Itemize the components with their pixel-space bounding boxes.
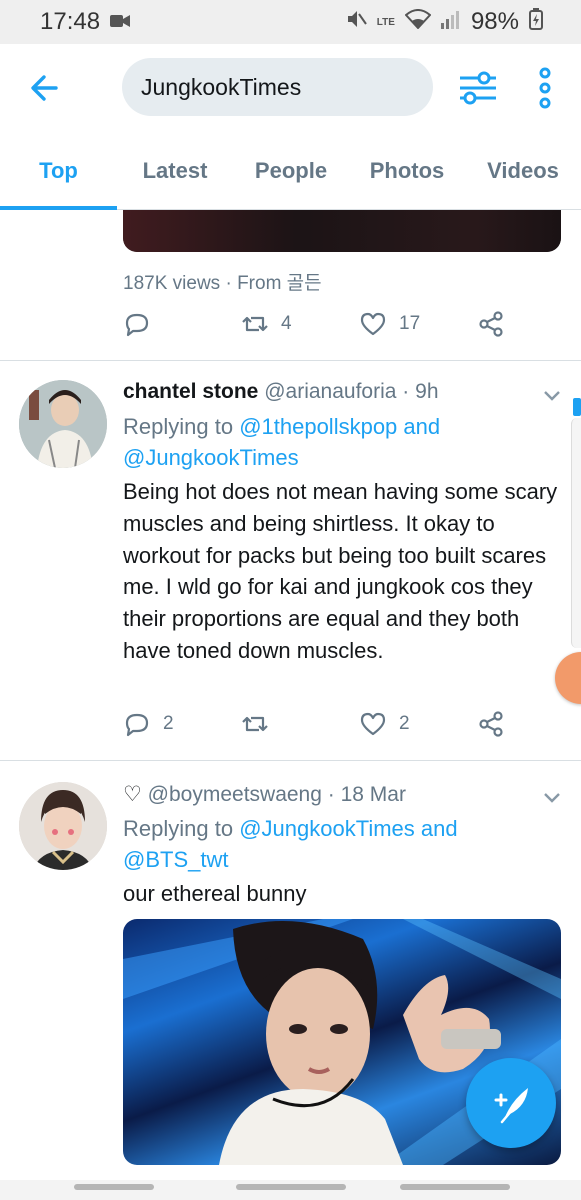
replying-to: Replying to @JungkookTimes and @BTS_twt <box>123 813 563 875</box>
tweet-divider <box>0 360 581 361</box>
nav-home-pill[interactable] <box>236 1184 346 1190</box>
status-bar: 17:48 LTE 98% <box>0 0 581 44</box>
signal-icon <box>440 8 461 36</box>
video-thumbnail[interactable] <box>123 210 561 252</box>
tweet-time: 9h <box>415 380 439 403</box>
tweet-text: Being hot does not mean having some scar… <box>123 479 558 663</box>
reply-icon <box>125 713 149 737</box>
lte-label: LTE <box>376 16 395 28</box>
tweet-time: 18 Mar <box>340 783 406 806</box>
mention-link[interactable]: @BTS_twt <box>123 847 228 872</box>
chevron-down-icon[interactable] <box>541 384 563 406</box>
mention-and: and <box>414 816 458 841</box>
mention-and: and <box>397 414 441 439</box>
more-options-icon[interactable] <box>530 66 560 110</box>
status-right: LTE 98% <box>345 7 543 37</box>
avatar-photo <box>19 380 107 468</box>
replying-prefix: Replying to <box>123 414 240 439</box>
retweet-icon <box>242 316 268 332</box>
battery-level: 98% <box>470 8 519 35</box>
system-nav-bar <box>0 1180 581 1200</box>
avatar[interactable] <box>19 380 107 468</box>
search-input[interactable]: JungkookTimes <box>122 58 433 116</box>
time-separator: · <box>327 783 335 806</box>
reply-icon <box>125 313 149 337</box>
heart-icon <box>360 312 386 336</box>
chevron-down-icon[interactable] <box>541 786 563 808</box>
mention-link[interactable]: @JungkookTimes <box>123 445 299 470</box>
like-count: 2 <box>399 713 410 734</box>
video-views: 187K views · From 골든 <box>123 268 322 295</box>
search-tabs: Top Latest People Photos Videos <box>0 132 581 210</box>
search-query: JungkookTimes <box>141 73 302 100</box>
video-source: From 골든 <box>237 273 322 294</box>
tweet-actions: 4 17 <box>123 310 523 350</box>
status-time: 17:48 <box>40 8 101 35</box>
like-count: 17 <box>399 313 421 334</box>
like-button[interactable]: 2 <box>359 710 410 738</box>
display-name[interactable]: chantel stone <box>123 380 258 403</box>
status-left: 17:48 <box>40 8 131 36</box>
avatar[interactable] <box>19 782 107 870</box>
replying-prefix: Replying to <box>123 816 240 841</box>
like-button[interactable]: 17 <box>359 310 420 338</box>
search-header: JungkookTimes <box>0 44 581 132</box>
share-icon <box>479 711 503 737</box>
compose-feather-icon <box>494 1088 528 1124</box>
retweet-count: 4 <box>281 313 292 334</box>
retweet-button[interactable] <box>241 710 269 738</box>
tab-people[interactable]: People <box>233 132 349 210</box>
tab-videos[interactable]: Videos <box>465 132 581 210</box>
tab-top[interactable]: Top <box>0 132 117 210</box>
scroll-indicator[interactable] <box>573 398 581 416</box>
share-icon <box>479 311 503 337</box>
mention-link[interactable]: @JungkookTimes <box>239 816 415 841</box>
tab-photos[interactable]: Photos <box>349 132 465 210</box>
retweet-button[interactable]: 4 <box>241 310 292 338</box>
replying-to: Replying to @1thepollskpop and @Jungkook… <box>123 411 563 473</box>
views-separator: · <box>225 273 238 294</box>
reply-button[interactable]: 2 <box>123 710 174 738</box>
share-button[interactable] <box>477 710 505 738</box>
avatar-photo <box>19 782 107 870</box>
reply-count: 2 <box>163 713 174 734</box>
nav-back-pill[interactable] <box>74 1184 154 1190</box>
nav-recents-pill[interactable] <box>400 1184 510 1190</box>
tweet-header: ♡ @boymeetswaeng · 18 Mar <box>123 782 406 807</box>
share-button[interactable] <box>477 310 505 338</box>
display-name[interactable]: ♡ <box>123 783 142 806</box>
view-count: 187K views <box>123 273 221 294</box>
mute-icon <box>345 8 367 37</box>
battery-charging-icon <box>529 7 543 37</box>
mention-link[interactable]: @1thepollskpop <box>239 414 397 439</box>
tweet-feed[interactable]: 187K views · From 골든 4 17 chantel stone … <box>0 210 581 1180</box>
compose-tweet-button[interactable] <box>466 1058 556 1148</box>
tweet-divider <box>0 760 581 761</box>
username[interactable]: @boymeetswaeng <box>148 783 322 806</box>
back-arrow-icon[interactable] <box>26 68 66 108</box>
edge-panel-handle[interactable] <box>571 418 581 648</box>
wifi-icon <box>404 8 432 36</box>
tweet-header: chantel stone @arianauforia · 9h <box>123 380 439 404</box>
tweet-text: our ethereal bunny <box>123 881 307 906</box>
heart-icon <box>360 712 386 736</box>
filter-sliders-icon[interactable] <box>456 66 500 110</box>
username[interactable]: @arianauforia <box>264 380 396 403</box>
reply-button[interactable] <box>123 310 151 338</box>
video-camera-icon <box>110 8 131 36</box>
tweet-actions: 2 2 <box>123 710 523 750</box>
time-separator: · <box>402 380 410 403</box>
retweet-icon <box>242 716 268 732</box>
tab-latest[interactable]: Latest <box>117 132 233 210</box>
